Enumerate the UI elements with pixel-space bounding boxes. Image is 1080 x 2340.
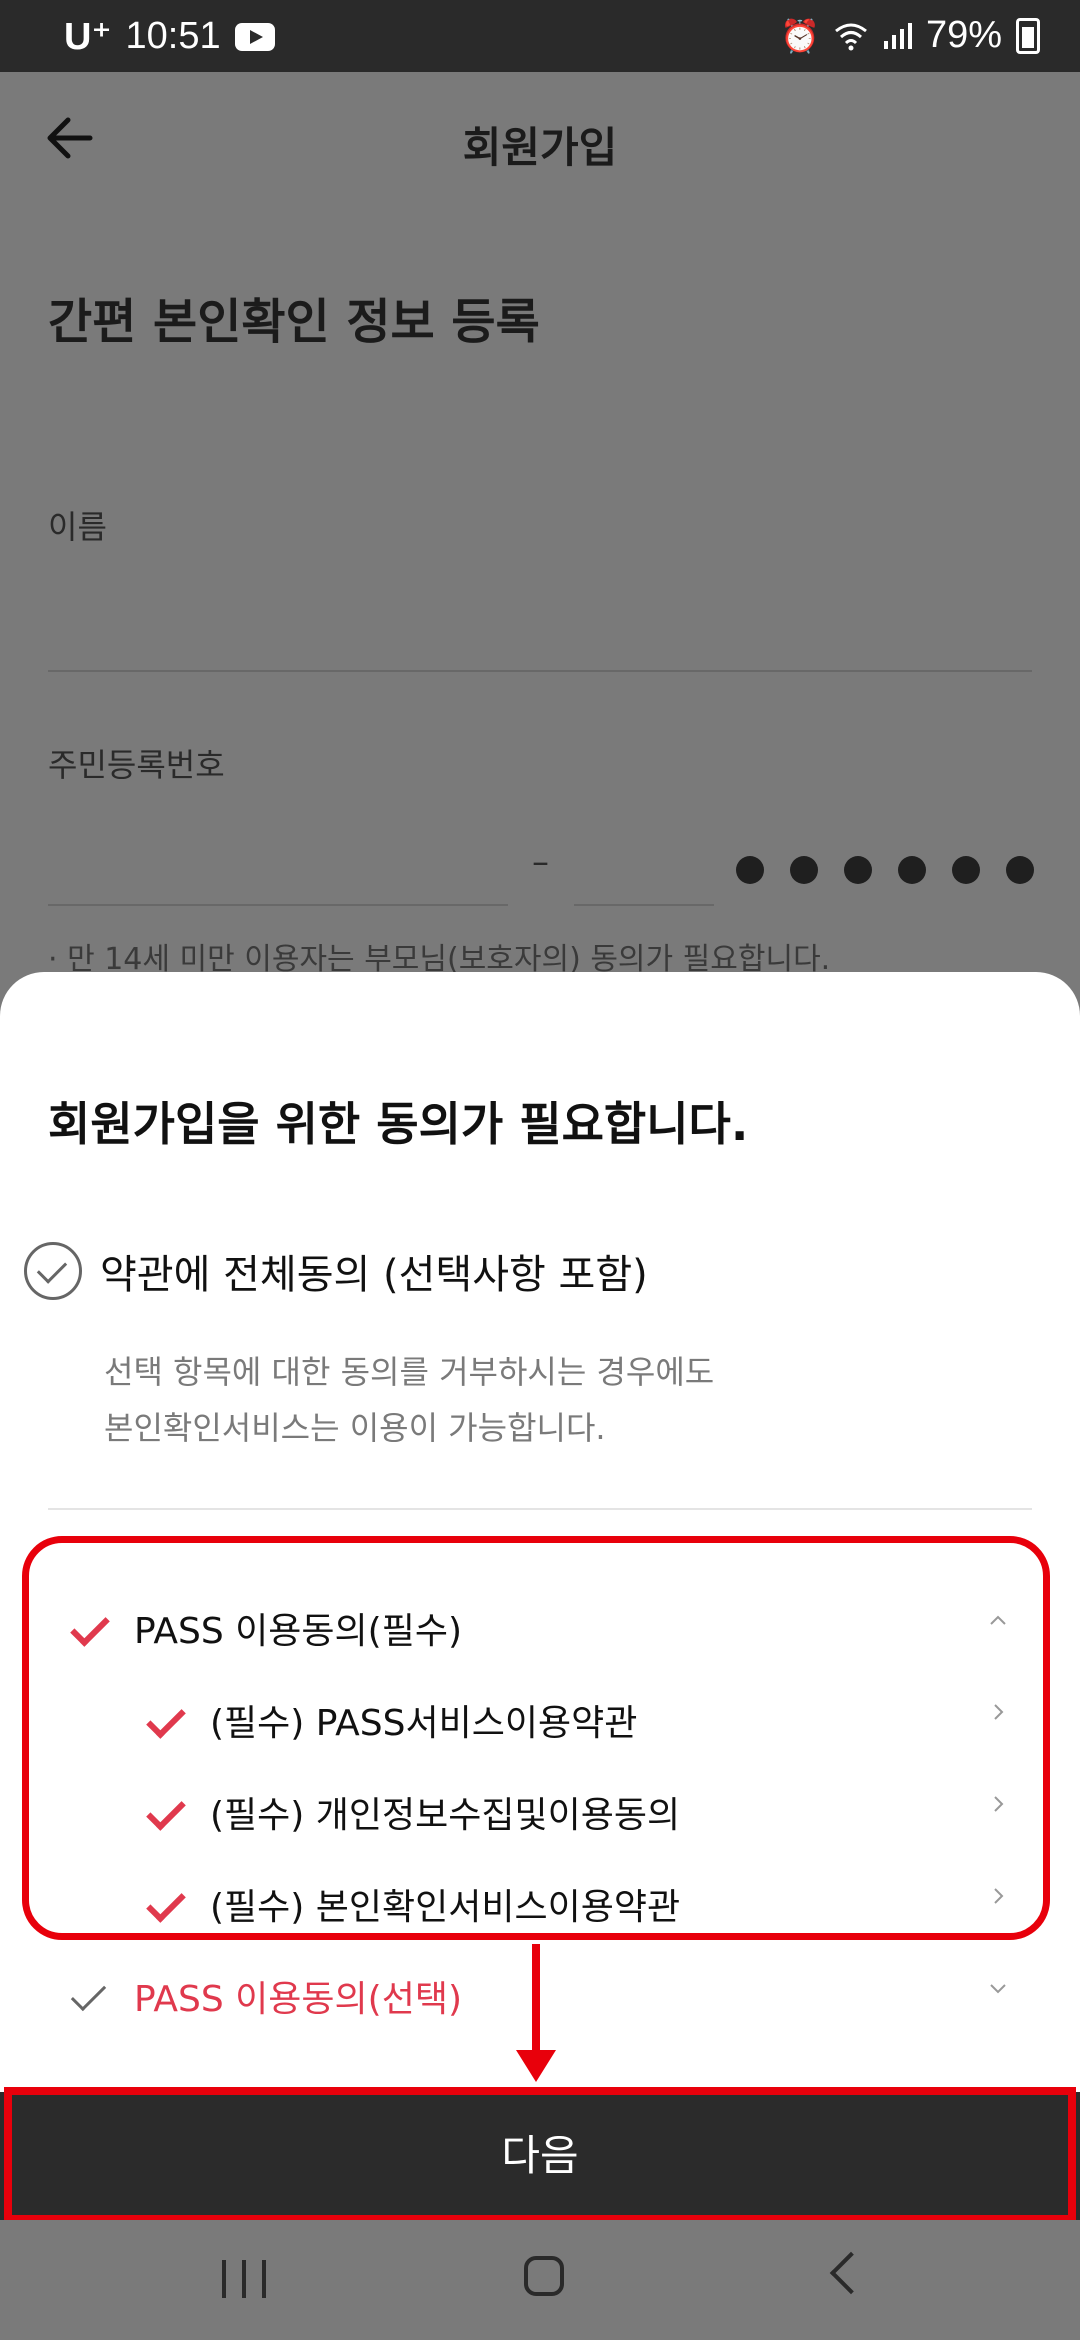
- rrn-label: 주민등록번호: [48, 746, 225, 784]
- divider: [48, 1508, 1032, 1510]
- battery-percent: 79%: [925, 14, 1002, 56]
- rrn-masked-dots: [736, 856, 1034, 884]
- status-bar: U⁺ 10:51 ⏰ 79%: [0, 0, 1080, 72]
- check-icon: [68, 1613, 106, 1643]
- section-title: 간편 본인확인 정보 등록: [48, 294, 540, 350]
- wifi-icon: [835, 23, 867, 50]
- hint-line: 선택 항목에 대한 동의를 거부하시는 경우에도: [104, 1353, 715, 1391]
- sheet-title: 회원가입을 위한 동의가 필요합니다.: [48, 1097, 749, 1151]
- chevron-down-icon[interactable]: [988, 1978, 1008, 1998]
- term-label: (필수) 본인확인서비스이용약관: [210, 1887, 681, 1928]
- term-label: (필수) PASS서비스이용약관: [210, 1703, 638, 1744]
- check-icon: [68, 1981, 106, 2011]
- chevron-up-icon[interactable]: [988, 1610, 1008, 1630]
- name-input[interactable]: [48, 670, 1032, 672]
- list-item[interactable]: (필수) 본인확인서비스이용약관: [144, 1878, 1008, 1930]
- consent-bottom-sheet: 회원가입을 위한 동의가 필요합니다. 약관에 전체동의 (선택사항 포함) 선…: [0, 972, 1080, 2220]
- rrn-back-input[interactable]: [574, 904, 714, 906]
- alarm-icon: ⏰: [780, 17, 820, 54]
- carrier-label: U⁺: [64, 16, 112, 58]
- check-icon: [144, 1797, 182, 1827]
- home-icon[interactable]: [524, 2256, 564, 2296]
- highlight-box: [4, 2087, 1076, 2220]
- name-label: 이름: [48, 508, 107, 546]
- list-item[interactable]: (필수) PASS서비스이용약관: [144, 1694, 1008, 1746]
- required-group-label: PASS 이용동의(필수): [134, 1611, 462, 1652]
- agree-all-row[interactable]: 약관에 전체동의 (선택사항 포함): [24, 1242, 648, 1300]
- chevron-right-icon[interactable]: [988, 1794, 1008, 1814]
- signal-icon: [883, 22, 912, 49]
- clock: 10:51: [125, 15, 221, 57]
- mask-dot: [952, 856, 980, 884]
- annotation-arrow-head: [516, 2050, 556, 2082]
- check-icon: [144, 1705, 182, 1735]
- term-label: (필수) 개인정보수집및이용동의: [210, 1795, 681, 1836]
- chevron-right-icon[interactable]: [988, 1886, 1008, 1906]
- agree-all-label: 약관에 전체동의 (선택사항 포함): [100, 1252, 648, 1298]
- chevron-right-icon[interactable]: [988, 1702, 1008, 1722]
- agree-hint: 선택 항목에 대한 동의를 거부하시는 경우에도 본인확인서비스는 이용이 가능…: [104, 1344, 714, 1456]
- circle-check-icon[interactable]: [24, 1242, 82, 1300]
- check-icon: [144, 1889, 182, 1919]
- mask-dot: [844, 856, 872, 884]
- page-title: 회원가입: [462, 123, 618, 172]
- required-group-row[interactable]: PASS 이용동의(필수): [68, 1602, 1008, 1654]
- recents-icon[interactable]: [222, 2260, 266, 2298]
- optional-group-label: PASS 이용동의(선택): [134, 1979, 462, 2020]
- nav-bar: [0, 2220, 1080, 2340]
- hint-line: 본인확인서비스는 이용이 가능합니다.: [104, 1409, 606, 1447]
- rrn-dash: –: [532, 842, 549, 882]
- mask-dot: [898, 856, 926, 884]
- mask-dot: [736, 856, 764, 884]
- list-item[interactable]: (필수) 개인정보수집및이용동의: [144, 1786, 1008, 1838]
- mask-dot: [790, 856, 818, 884]
- mask-dot: [1006, 856, 1034, 884]
- youtube-icon: [234, 22, 275, 51]
- annotation-arrow: [532, 1944, 540, 2050]
- battery-icon: [1016, 17, 1040, 54]
- rrn-front-input[interactable]: [48, 904, 508, 906]
- back-icon[interactable]: [829, 2251, 873, 2295]
